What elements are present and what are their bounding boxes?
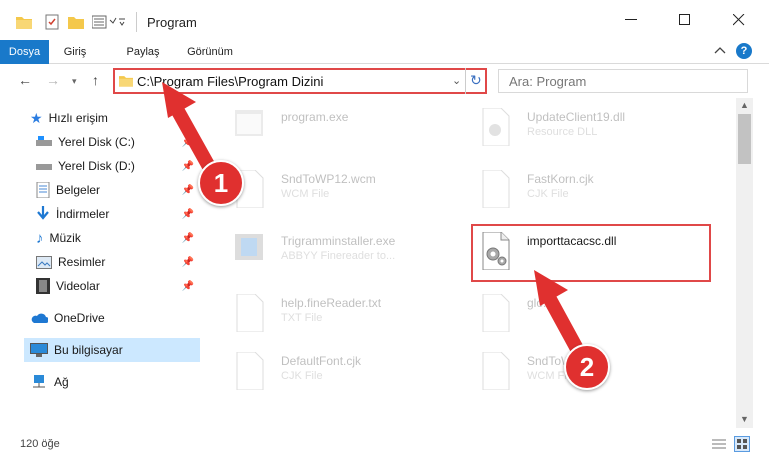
annotation-overlay [162,82,589,365]
callout-badge-1: 1 [198,160,244,206]
arrow-2 [534,270,589,365]
callout-badge-2: 2 [564,344,610,390]
arrow-1 [162,82,219,179]
